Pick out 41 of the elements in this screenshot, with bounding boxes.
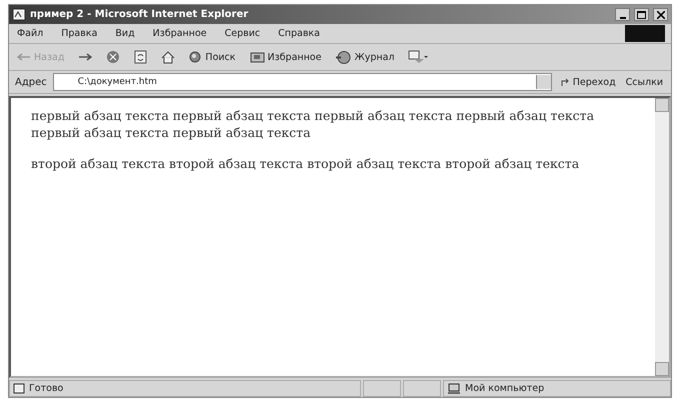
- menu-item[interactable]: Избранное: [150, 27, 209, 40]
- go-arrow-icon: [560, 77, 570, 87]
- close-button[interactable]: [653, 8, 668, 21]
- minimize-icon: [620, 16, 626, 18]
- page-icon: [12, 8, 26, 21]
- status-panel: [363, 380, 401, 397]
- search-icon: [189, 50, 202, 64]
- go-button[interactable]: Переход: [558, 76, 618, 88]
- links-button[interactable]: Ссылки: [624, 76, 665, 88]
- home-icon: [161, 50, 176, 64]
- page-icon: [13, 383, 25, 394]
- paragraph: второй абзац текста второй абзац текста второй абзац текста второй абзац текста: [31, 156, 580, 173]
- refresh-button[interactable]: [132, 49, 150, 65]
- computer-icon: [447, 382, 461, 394]
- menu-item[interactable]: Вид: [113, 27, 137, 40]
- menu-item[interactable]: Файл: [15, 27, 46, 40]
- mail-button[interactable]: [406, 49, 430, 65]
- menu-item[interactable]: Сервис: [222, 27, 262, 40]
- maximize-icon: [637, 10, 646, 18]
- minimize-button[interactable]: [615, 8, 630, 21]
- address-field[interactable]: C:\документ.htm: [52, 73, 552, 91]
- history-button[interactable]: Журнал: [333, 50, 396, 64]
- back-arrow-icon: [17, 53, 31, 61]
- forward-arrow-icon: [78, 53, 92, 61]
- search-button[interactable]: Поиск: [187, 50, 238, 64]
- status-text: Готово: [29, 383, 64, 394]
- address-label: Адрес: [15, 76, 47, 88]
- zone-status: Мой компьютер: [465, 383, 544, 394]
- refresh-icon: [134, 50, 148, 64]
- forward-button[interactable]: [76, 52, 94, 62]
- paragraph: первый абзац текста первый абзац текста первый абзац текста первый абзац текста первый абзац текста первый абзац текста: [31, 108, 596, 142]
- close-icon: [656, 10, 664, 18]
- favorites-button[interactable]: Избранное: [248, 50, 324, 64]
- scrollbar[interactable]: [655, 98, 669, 376]
- dropdown-button[interactable]: [536, 75, 551, 89]
- status-panel: [403, 380, 441, 397]
- window-title: пример 2 - Microsoft Internet Explorer: [30, 9, 250, 20]
- menu-item[interactable]: Правка: [59, 27, 100, 40]
- menu-item[interactable]: Справка: [276, 27, 322, 40]
- stop-icon: [106, 50, 120, 64]
- maximize-button[interactable]: [634, 8, 649, 21]
